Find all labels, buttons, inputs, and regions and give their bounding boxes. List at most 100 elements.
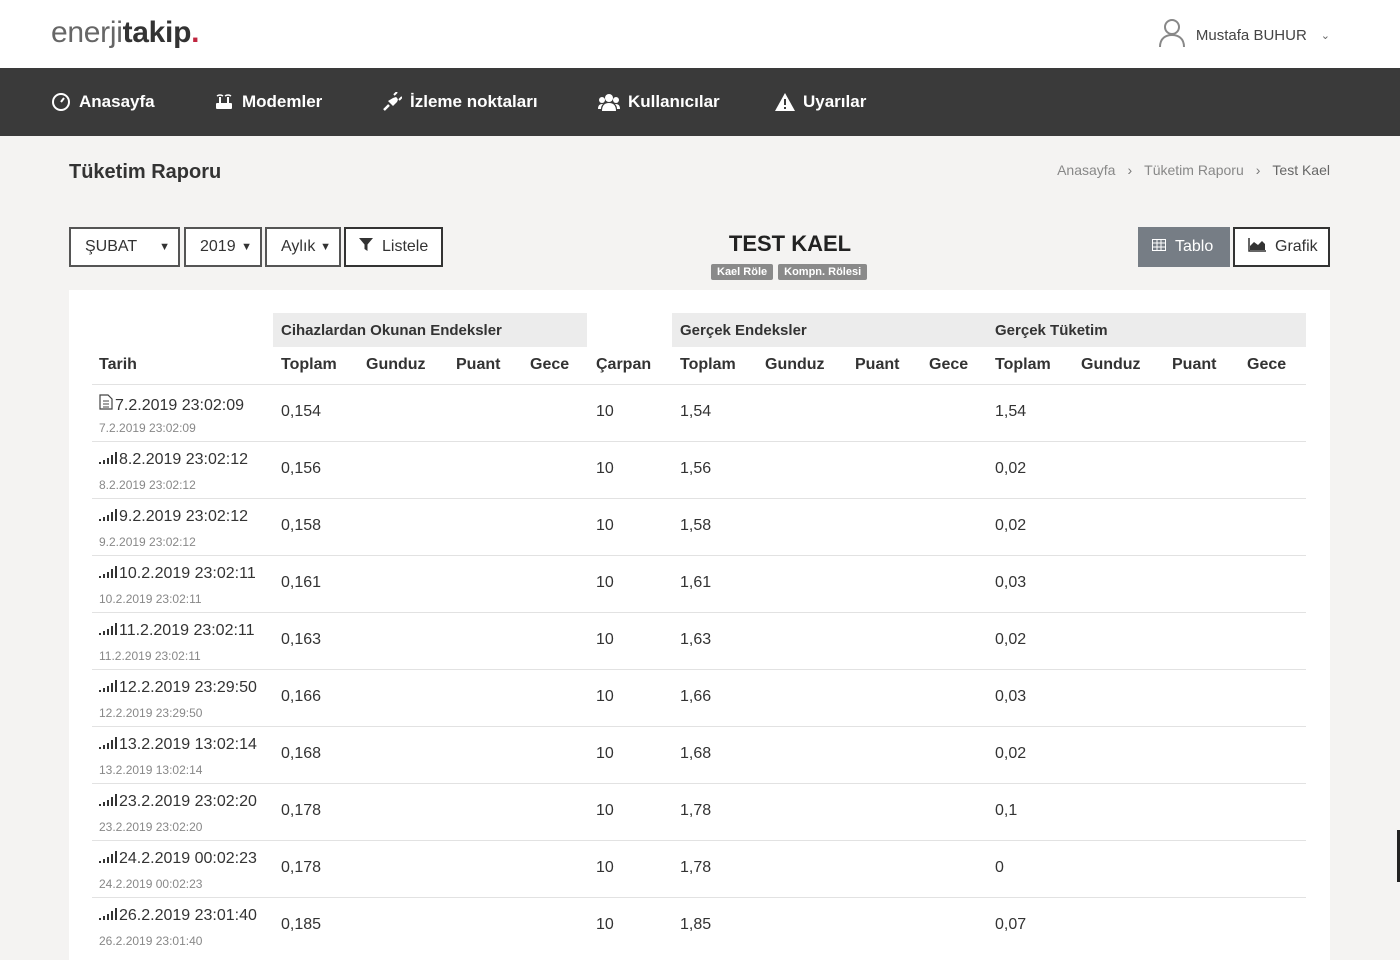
breadcrumb-separator-icon: › (1127, 162, 1133, 178)
period-select[interactable]: Aylık ▼ (265, 227, 341, 267)
row-date-sub: 24.2.2019 00:02:23 (99, 877, 203, 891)
column-header-real-gece[interactable]: Gece (929, 356, 968, 374)
cell-cons-toplam: 0,02 (995, 460, 1027, 477)
cell-real-toplam: 1,66 (680, 688, 712, 705)
cell-cons-toplam: 0 (995, 859, 1004, 876)
filter-icon (359, 237, 373, 257)
row-date-text: 10.2.2019 23:02:11 (119, 565, 256, 582)
row-date-sub: 9.2.2019 23:02:12 (99, 535, 196, 549)
group-header-device: Cihazlardan Okunan Endeksler (273, 313, 587, 347)
chart-view-button[interactable]: Grafik (1233, 227, 1330, 267)
table-row: 9.2.2019 23:02:12 9.2.2019 23:02:12 0,15… (92, 498, 1306, 555)
cell-cons-toplam: 0,02 (995, 517, 1027, 534)
breadcrumb-item-anasayfa[interactable]: Anasayfa (1057, 162, 1115, 178)
cell-cons-toplam: 0,07 (995, 916, 1027, 933)
column-header-real-puant[interactable]: Puant (855, 356, 899, 374)
table-row: 24.2.2019 00:02:23 24.2.2019 00:02:23 0,… (92, 840, 1306, 897)
signal-icon (99, 451, 117, 469)
page-title: Tüketim Raporu (69, 161, 222, 183)
cell-real-toplam: 1,63 (680, 631, 712, 648)
row-date-sub: 12.2.2019 23:29:50 (99, 706, 203, 720)
nav-item-modemler[interactable]: Modemler (214, 68, 322, 136)
modem-icon (214, 94, 234, 110)
cell-device-toplam: 0,178 (281, 859, 322, 876)
row-date-text: 7.2.2019 23:02:09 (115, 397, 245, 414)
group-header-real-index: Gerçek Endeksler (672, 313, 988, 347)
row-date-sub: 8.2.2019 23:02:12 (99, 478, 196, 492)
brand-logo[interactable]: enerjitakip. (51, 16, 199, 50)
column-header-cons-gece[interactable]: Gece (1247, 356, 1286, 374)
column-header-cons-toplam[interactable]: Toplam (995, 356, 1051, 374)
user-icon (1158, 18, 1186, 52)
cell-real-toplam: 1,68 (680, 745, 712, 762)
column-header-real-toplam[interactable]: Toplam (680, 356, 736, 374)
column-header-cons-gunduz[interactable]: Gunduz (1081, 356, 1141, 374)
list-button-label: Listele (382, 238, 429, 255)
column-header-device-puant[interactable]: Puant (456, 356, 500, 374)
dashboard-icon (51, 92, 71, 112)
document-icon (99, 394, 113, 415)
nav-item-izleme-noktalari[interactable]: İzleme noktaları (382, 68, 538, 136)
table-row: 7.2.2019 23:02:09 7.2.2019 23:02:09 0,15… (92, 384, 1306, 441)
row-date-text: 23.2.2019 23:02:20 (119, 793, 257, 810)
row-date-text: 26.2.2019 23:01:40 (119, 907, 257, 924)
cell-real-toplam: 1,78 (680, 859, 712, 876)
year-select[interactable]: 2019 ▼ (184, 227, 262, 267)
cell-real-toplam: 1,54 (680, 403, 712, 420)
table-view-button[interactable]: Tablo (1138, 227, 1230, 267)
signal-icon (99, 850, 117, 868)
plug-icon (382, 92, 402, 112)
nav-label: Anasayfa (79, 92, 155, 111)
breadcrumb-separator-icon: › (1255, 162, 1261, 178)
logo-dot: . (191, 16, 200, 49)
group-header-real-consumption: Gerçek Tüketim (987, 313, 1306, 347)
list-button[interactable]: Listele (344, 227, 443, 267)
column-header-device-gece[interactable]: Gece (530, 356, 569, 374)
row-date-sub: 23.2.2019 23:02:20 (99, 820, 203, 834)
cell-device-toplam: 0,185 (281, 916, 322, 933)
user-menu[interactable]: Mustafa BUHUR ⌄ (1158, 18, 1330, 52)
row-date-text: 11.2.2019 23:02:11 (119, 622, 255, 639)
signal-icon (99, 508, 117, 526)
row-date-sub: 11.2.2019 23:02:11 (99, 649, 201, 663)
cell-cons-toplam: 0,02 (995, 631, 1027, 648)
nav-label: İzleme noktaları (410, 92, 538, 111)
row-date: 24.2.2019 00:02:23 (99, 850, 257, 868)
table-row: 26.2.2019 23:01:40 26.2.2019 23:01:40 0,… (92, 897, 1306, 954)
column-header-carpan[interactable]: Çarpan (596, 356, 651, 374)
nav-item-anasayfa[interactable]: Anasayfa (51, 68, 155, 136)
cell-cons-toplam: 0,02 (995, 745, 1027, 762)
row-date-sub: 26.2.2019 23:01:40 (99, 934, 203, 948)
row-date-text: 13.2.2019 13:02:14 (119, 736, 257, 753)
signal-icon (99, 907, 117, 925)
breadcrumb-item-tuketim-raporu[interactable]: Tüketim Raporu (1144, 162, 1244, 178)
column-header-cons-puant[interactable]: Puant (1172, 356, 1216, 374)
user-name: Mustafa BUHUR (1195, 26, 1307, 44)
cell-device-toplam: 0,166 (281, 688, 322, 705)
table-view-label: Tablo (1175, 238, 1214, 255)
nav-item-uyarilar[interactable]: Uyarılar (775, 68, 866, 136)
row-date: 11.2.2019 23:02:11 (99, 622, 255, 640)
main-navbar: Anasayfa Modemler İzleme noktaları Kulla… (0, 68, 1400, 136)
row-date: 10.2.2019 23:02:11 (99, 565, 256, 583)
chevron-down-icon: ⌄ (1320, 29, 1330, 42)
row-date: 23.2.2019 23:02:20 (99, 793, 257, 811)
row-date: 26.2.2019 23:01:40 (99, 907, 257, 925)
chart-view-label: Grafik (1275, 238, 1318, 255)
report-tags: Kael Röle Kompn. Rölesi (711, 264, 868, 280)
signal-icon (99, 793, 117, 811)
table-icon (1152, 238, 1166, 256)
month-select[interactable]: ŞUBAT ▼ (69, 227, 180, 267)
cell-carpan: 10 (596, 916, 614, 933)
column-header-device-toplam[interactable]: Toplam (281, 356, 337, 374)
warning-icon (775, 93, 795, 111)
column-header-real-gunduz[interactable]: Gunduz (765, 356, 825, 374)
nav-item-kullanicilar[interactable]: Kullanıcılar (598, 68, 720, 136)
row-date-sub: 7.2.2019 23:02:09 (99, 421, 196, 435)
month-select-value: ŞUBAT (85, 238, 138, 255)
nav-label: Modemler (242, 92, 323, 111)
column-header-tarih[interactable]: Tarih (99, 356, 137, 374)
row-date-text: 12.2.2019 23:29:50 (119, 679, 257, 696)
cell-device-toplam: 0,161 (281, 574, 322, 591)
column-header-device-gunduz[interactable]: Gunduz (366, 356, 426, 374)
